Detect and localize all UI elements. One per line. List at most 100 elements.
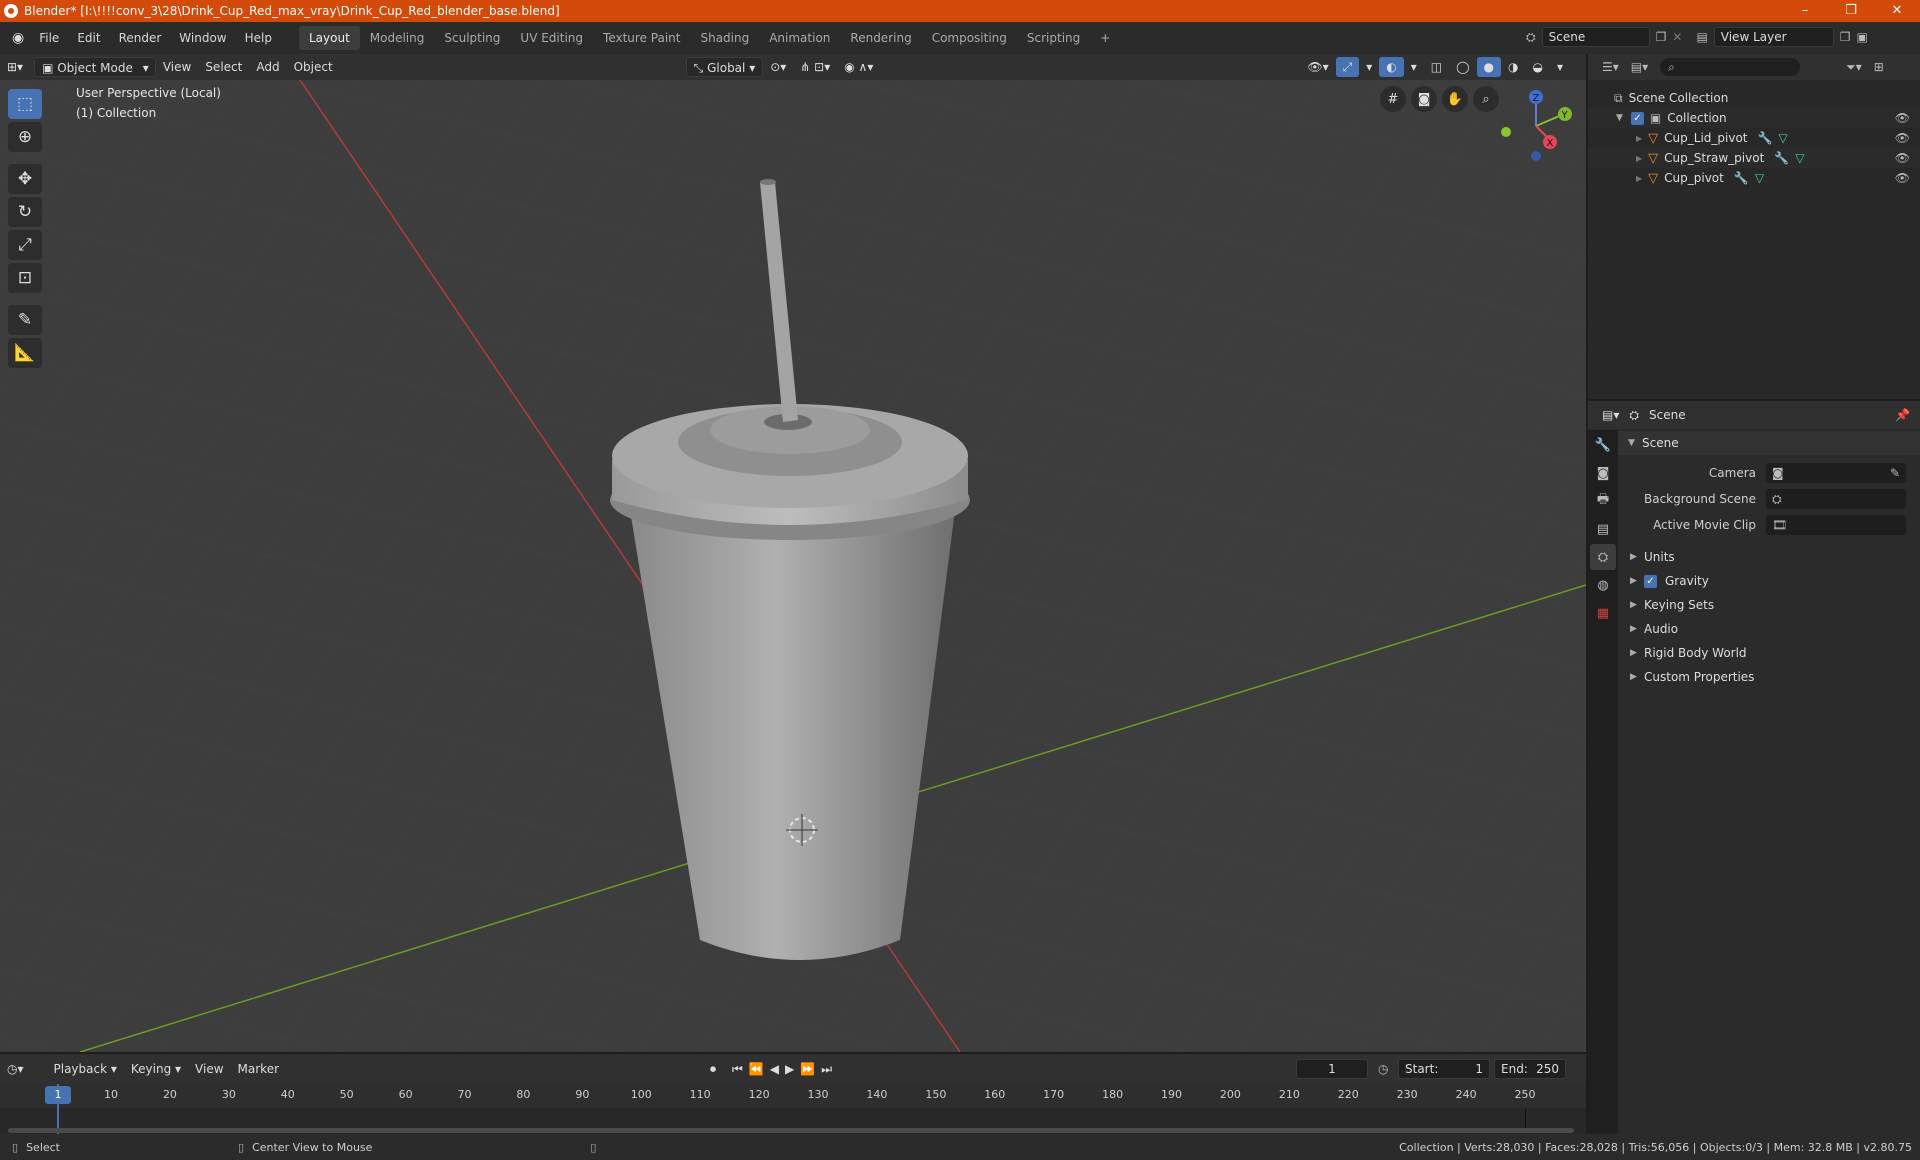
new-collection-icon[interactable]: ⊞ [1874,60,1884,74]
menu-window[interactable]: Window [170,26,235,50]
scene-selector[interactable]: Scene [1541,27,1650,47]
menu-marker[interactable]: Marker [231,1059,286,1079]
next-keyframe-icon[interactable]: ⏩ [800,1062,815,1077]
measure-tool-icon[interactable]: 📐 [8,338,42,368]
tab-sculpting[interactable]: Sculpting [434,26,510,50]
scene-tab-icon[interactable]: ⛭ [1590,544,1616,570]
menu-keying[interactable]: Keying ▾ [124,1059,188,1079]
timeline-scrollbar[interactable] [8,1128,1574,1133]
shading-wireframe-icon[interactable]: ◯ [1449,57,1476,77]
end-frame-field[interactable]: End: 250 [1494,1059,1566,1079]
collection-checkbox[interactable]: ✓ [1630,111,1644,125]
expand-arrow-icon[interactable]: ▶ [1636,174,1642,183]
menu-edit[interactable]: Edit [68,26,109,50]
tab-rendering[interactable]: Rendering [840,26,921,50]
gizmo-neg-y-circle[interactable] [1501,127,1511,137]
playhead-frame-badge[interactable]: 1 [45,1086,71,1104]
eye-icon[interactable]: 👁 [1895,111,1910,125]
xray-icon[interactable]: ◫ [1424,57,1449,77]
new-view-layer-icon[interactable]: ❐ [1840,30,1851,44]
mesh-data-icon[interactable]: ▽ [1795,151,1804,165]
menu-playback[interactable]: Playback ▾ [47,1059,124,1079]
tab-compositing[interactable]: Compositing [922,26,1017,50]
mesh-data-icon[interactable]: ▽ [1755,171,1764,185]
background-scene-field[interactable]: ⛭ [1766,489,1906,509]
shading-dropdown-icon[interactable]: ▾ [1550,57,1570,77]
mode-dropdown[interactable]: ▣ Object Mode ▾ [34,57,156,77]
tab-scripting[interactable]: Scripting [1017,26,1090,50]
move-tool-icon[interactable]: ✥ [8,164,42,194]
pivot-point-icon[interactable]: ⊙▾ [763,57,793,77]
gizmo-neg-z-circle[interactable] [1531,151,1541,161]
maximize-button[interactable]: ❐ [1828,0,1874,22]
scene-panel-header[interactable]: ▼ Scene [1618,431,1920,455]
rigid-body-world-panel[interactable]: ▶ Rigid Body World [1618,641,1920,665]
camera-field[interactable]: ◙ ✎ [1766,463,1906,483]
menu-help[interactable]: Help [236,26,281,50]
scale-tool-icon[interactable]: ⤢ [8,230,42,260]
zoom-icon[interactable]: ⌕ [1473,86,1499,112]
scene-collection-row[interactable]: ⧉ Scene Collection [1588,88,1920,108]
outliner-editor-icon[interactable]: ☰▾ [1602,60,1619,74]
tab-layout[interactable]: Layout [298,26,360,50]
keying-sets-panel[interactable]: ▶ Keying Sets [1618,593,1920,617]
timeline-area[interactable]: 1102030405060708090100110120130140150160… [0,1084,1586,1134]
outliner-object-row[interactable]: ▶ ▽ Cup_Straw_pivot 🔧 ▽ 👁 [1588,148,1920,168]
menu-object[interactable]: Object [287,57,340,77]
current-frame-field[interactable]: 1 [1296,1059,1368,1079]
display-mode-icon[interactable]: ▤▾ [1631,60,1648,74]
units-panel[interactable]: ▶ Units [1618,545,1920,569]
select-box-tool-icon[interactable]: ⬚ [8,89,42,119]
expand-arrow-icon[interactable]: ▶ [1636,154,1642,163]
gizmo-dropdown-icon[interactable]: ▾ [1359,57,1379,77]
proportional-edit-icon[interactable]: ◉ ∧▾ [837,57,880,77]
start-frame-field[interactable]: Start: 1 [1398,1059,1490,1079]
3d-viewport[interactable]: User Perspective (Local) (1) Collection … [0,80,1586,1052]
filter-icon[interactable]: ⏷▾ [1846,60,1862,75]
view-layer-icon[interactable]: ▤ [1696,30,1707,44]
tool-tab-icon[interactable]: 🔧 [1590,432,1616,458]
shading-rendered-icon[interactable]: ◒ [1526,57,1550,77]
world-tab-icon[interactable]: ◍ [1590,572,1616,598]
visibility-icon[interactable]: 👁▾ [1300,57,1335,77]
outliner-object-row[interactable]: ▶ ▽ Cup_pivot 🔧 ▽ 👁 [1588,168,1920,188]
remove-scene-icon[interactable]: ✕ [1672,30,1682,44]
navigation-gizmo[interactable]: Z Y X [1494,86,1580,166]
collection-row[interactable]: ▼ ✓ ▣ Collection 👁 [1588,108,1920,128]
add-workspace-button[interactable]: + [1090,26,1120,50]
rotate-tool-icon[interactable]: ↻ [8,197,42,227]
render-tab-icon[interactable]: ◙ [1590,460,1616,486]
gravity-panel[interactable]: ▶ ✓ Gravity [1618,569,1920,593]
expand-arrow-icon[interactable]: ▶ [1636,134,1642,143]
custom-properties-panel[interactable]: ▶ Custom Properties [1618,665,1920,689]
expand-arrow-icon[interactable]: ▼ [1616,113,1623,123]
texture-tab-icon[interactable]: ▦ [1590,600,1616,626]
menu-file[interactable]: File [30,26,68,50]
outliner-search-input[interactable]: ⌕ [1660,58,1801,76]
remove-view-layer-icon[interactable]: ▣ [1857,30,1868,44]
tab-uv-editing[interactable]: UV Editing [510,26,593,50]
transform-tool-icon[interactable]: ⊡ [8,263,42,293]
tab-shading[interactable]: Shading [690,26,759,50]
record-icon[interactable]: ⏺ [710,1062,716,1077]
frame-ruler[interactable]: 1102030405060708090100110120130140150160… [0,1084,1586,1108]
modifier-wrench-icon[interactable]: 🔧 [1774,151,1789,165]
eye-icon[interactable]: 👁 [1895,151,1910,165]
menu-select[interactable]: Select [198,57,249,77]
mesh-data-icon[interactable]: ▽ [1778,131,1787,145]
view-layer-tab-icon[interactable]: ▤ [1590,516,1616,542]
audio-panel[interactable]: ▶ Audio [1618,617,1920,641]
annotate-tool-icon[interactable]: ✎ [8,305,42,335]
new-scene-icon[interactable]: ❐ [1656,30,1667,44]
tab-texture-paint[interactable]: Texture Paint [593,26,690,50]
tab-modeling[interactable]: Modeling [360,26,435,50]
menu-add[interactable]: Add [249,57,286,77]
menu-timeline-view[interactable]: View [188,1059,230,1079]
output-tab-icon[interactable]: 🖶 [1590,488,1616,514]
cursor-tool-icon[interactable]: ⊕ [8,122,42,152]
eye-icon[interactable]: 👁 [1895,131,1910,145]
pan-hand-icon[interactable]: ✋ [1442,86,1468,112]
preview-range-icon[interactable]: ◷ [1378,1062,1388,1076]
editor-type-icon[interactable]: ⊞▾ [0,57,30,77]
camera-view-icon[interactable]: ◙ [1411,86,1437,112]
